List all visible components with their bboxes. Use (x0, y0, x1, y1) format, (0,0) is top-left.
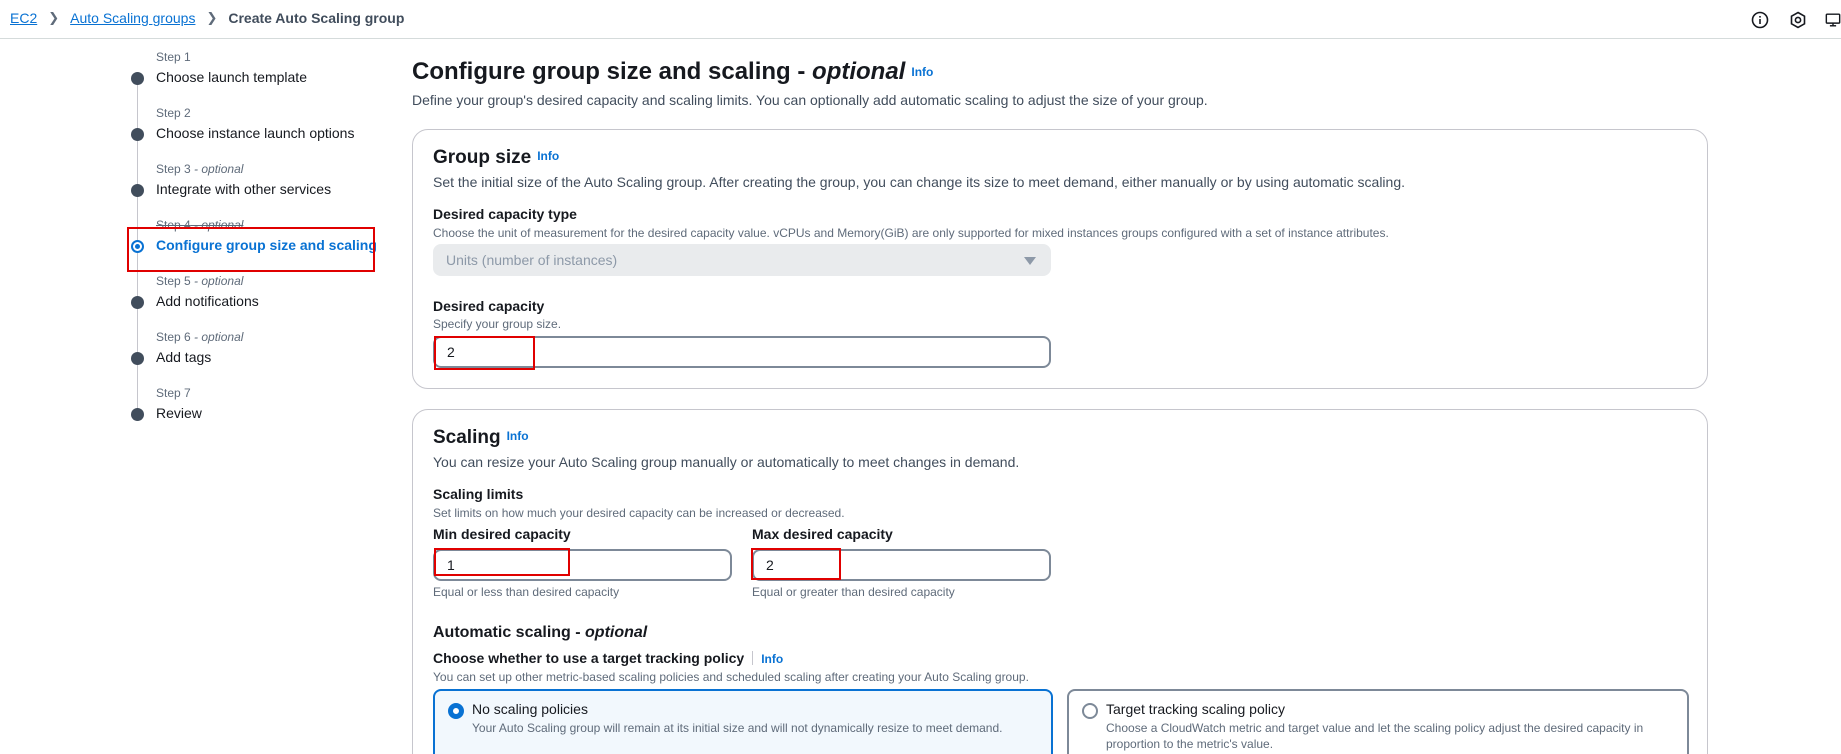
option-target-tracking-policy[interactable]: Target tracking scaling policy Choose a … (1067, 689, 1689, 754)
desired-capacity-label: Desired capacity (433, 298, 545, 314)
info-circle-icon[interactable] (1749, 9, 1771, 31)
scaling-info-link[interactable]: Info (507, 429, 529, 443)
step-label[interactable]: Review (156, 405, 202, 421)
min-capacity-input[interactable]: 1 (433, 549, 732, 581)
step-label-current[interactable]: Configure group size and scaling (156, 237, 377, 253)
target-tracking-question: Choose whether to use a target tracking … (433, 650, 784, 666)
option-target-tracking-label: Target tracking scaling policy (1106, 701, 1285, 717)
step-dot-icon (131, 296, 144, 309)
scaling-panel: Scaling Info You can resize your Auto Sca… (412, 409, 1708, 754)
step-label[interactable]: Add notifications (156, 293, 259, 309)
chevron-right-icon: ❯ (48, 10, 60, 25)
step-label[interactable]: Choose launch template (156, 69, 307, 85)
min-capacity-hint: Equal or less than desired capacity (433, 585, 620, 599)
wizard-steps: Step 1 Choose launch template Step 2 Cho… (131, 0, 411, 754)
group-size-title: Group size Info (433, 147, 560, 168)
capacity-type-select[interactable]: Units (number of instances) (433, 244, 1051, 276)
option-no-scaling-label: No scaling policies (472, 701, 588, 717)
capacity-type-value: Units (number of instances) (446, 252, 618, 268)
step-number: Step 7 (156, 386, 191, 400)
step-number: Step 3 - optional (156, 162, 244, 176)
option-no-scaling-policies[interactable]: No scaling policies Your Auto Scaling gr… (433, 689, 1053, 754)
scaling-limits-description: Set limits on how much your desired capa… (433, 506, 845, 520)
radio-selected-icon[interactable] (448, 703, 464, 719)
monitor-icon[interactable] (1825, 9, 1841, 31)
page-title: Configure group size and scaling - optio… (412, 58, 934, 85)
caret-down-icon (1024, 257, 1036, 265)
step-label[interactable]: Choose instance launch options (156, 125, 354, 141)
policy-info-link[interactable]: Info (761, 652, 783, 666)
group-size-panel: Group size Info Set the initial size of t… (412, 129, 1708, 389)
group-size-info-link[interactable]: Info (537, 149, 559, 163)
automatic-scaling-title: Automatic scaling - optional (433, 624, 648, 641)
step-dot-icon (131, 72, 144, 85)
step-dot-icon (131, 408, 144, 421)
min-capacity-label: Min desired capacity (433, 526, 571, 542)
desired-capacity-input[interactable]: 2 (433, 336, 1051, 368)
step-number: Step 6 - optional (156, 330, 244, 344)
option-target-tracking-description: Choose a CloudWatch metric and target va… (1106, 721, 1644, 751)
step-dot-icon (131, 128, 144, 141)
policy-description: You can set up other metric-based scalin… (433, 670, 1029, 684)
group-size-description: Set the initial size of the Auto Scaling… (433, 174, 1406, 190)
scaling-description: You can resize your Auto Scaling group m… (433, 454, 1020, 470)
max-capacity-hint: Equal or greater than desired capacity (752, 585, 955, 599)
scaling-title: Scaling Info (433, 427, 529, 448)
breadcrumb-ec2[interactable]: EC2 (10, 10, 37, 26)
settings-hex-icon[interactable] (1787, 9, 1809, 31)
capacity-type-description: Choose the unit of measurement for the d… (433, 226, 1389, 240)
step-dot-icon (131, 352, 144, 365)
radio-unselected-icon[interactable] (1082, 703, 1098, 719)
step-current-dot-icon (131, 240, 144, 253)
main-content: Configure group size and scaling - optio… (412, 58, 1712, 108)
step-label[interactable]: Integrate with other services (156, 181, 331, 197)
step-label[interactable]: Add tags (156, 349, 211, 365)
option-no-scaling-description: Your Auto Scaling group will remain at i… (472, 721, 1003, 735)
capacity-type-label: Desired capacity type (433, 206, 577, 222)
max-capacity-label: Max desired capacity (752, 526, 893, 542)
desired-capacity-description: Specify your group size. (433, 317, 562, 331)
step-dot-icon (131, 184, 144, 197)
step-number: Step 1 (156, 50, 191, 64)
step-number: Step 2 (156, 106, 191, 120)
page-description: Define your group's desired capacity and… (412, 92, 1208, 108)
scaling-limits-label: Scaling limits (433, 486, 524, 502)
page-info-link[interactable]: Info (911, 65, 933, 79)
step-number: Step 4 - optional (156, 218, 244, 232)
step-number: Step 5 - optional (156, 274, 244, 288)
max-capacity-input[interactable]: 2 (752, 549, 1051, 581)
